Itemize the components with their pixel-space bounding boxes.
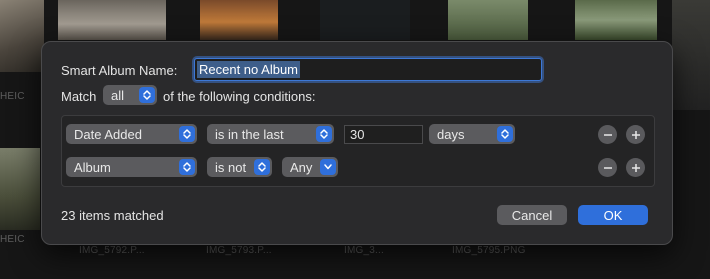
rule-field-popup[interactable]: Date Added bbox=[66, 124, 197, 144]
conditions-list: Date Added is in the last 30 days Album … bbox=[61, 115, 655, 187]
ok-button[interactable]: OK bbox=[578, 205, 648, 225]
remove-rule-button[interactable] bbox=[598, 125, 617, 144]
photo-thumbnail[interactable] bbox=[672, 0, 710, 110]
photo-thumbnail[interactable] bbox=[448, 0, 528, 40]
photo-thumbnail[interactable] bbox=[0, 0, 44, 72]
cancel-button[interactable]: Cancel bbox=[497, 205, 567, 225]
add-rule-button[interactable] bbox=[626, 125, 645, 144]
rule-unit-popup[interactable]: days bbox=[429, 124, 515, 144]
up-down-chevron-icon bbox=[139, 87, 155, 103]
photo-caption: IMG_3... bbox=[344, 245, 384, 256]
match-suffix-label: of the following conditions: bbox=[163, 89, 316, 104]
album-name-value: Recent no Album bbox=[197, 61, 301, 78]
rule-operator-popup[interactable]: is not bbox=[207, 157, 272, 177]
plus-icon bbox=[631, 163, 640, 172]
photo-caption: IMG_5793.P... bbox=[206, 245, 272, 256]
up-down-chevron-icon bbox=[497, 126, 513, 142]
album-name-label: Smart Album Name: bbox=[61, 63, 178, 78]
rule-value-text: 30 bbox=[350, 127, 365, 142]
rule-operator-popup[interactable]: is in the last bbox=[207, 124, 334, 144]
photo-caption: IMG_5795.PNG bbox=[452, 245, 526, 256]
items-matched-status: 23 items matched bbox=[61, 208, 164, 223]
up-down-chevron-icon bbox=[254, 159, 270, 175]
minus-icon bbox=[603, 133, 612, 136]
up-down-chevron-icon bbox=[316, 126, 332, 142]
photo-thumbnail[interactable] bbox=[200, 0, 278, 40]
photo-thumbnail[interactable] bbox=[320, 0, 410, 40]
rule-album-popup[interactable]: Any bbox=[282, 157, 338, 177]
rule-field-popup[interactable]: Album bbox=[66, 157, 197, 177]
photo-thumbnail[interactable] bbox=[575, 0, 657, 40]
photo-thumbnail[interactable] bbox=[0, 148, 40, 230]
match-label: Match bbox=[61, 89, 97, 104]
photo-caption: HEIC bbox=[0, 234, 25, 245]
up-down-chevron-icon bbox=[179, 159, 195, 175]
minus-icon bbox=[603, 166, 612, 169]
photo-caption: IMG_5792.P... bbox=[79, 245, 145, 256]
up-down-chevron-icon bbox=[179, 126, 195, 142]
photo-caption: HEIC bbox=[0, 91, 25, 102]
album-name-field[interactable]: Recent no Album bbox=[194, 58, 542, 81]
rule-value-field[interactable]: 30 bbox=[344, 125, 423, 144]
photo-thumbnail[interactable] bbox=[58, 0, 166, 40]
smart-album-dialog: Smart Album Name: Recent no Album Match … bbox=[41, 41, 673, 245]
remove-rule-button[interactable] bbox=[598, 158, 617, 177]
match-popup[interactable]: all bbox=[103, 85, 157, 105]
add-rule-button[interactable] bbox=[626, 158, 645, 177]
plus-icon bbox=[631, 130, 640, 139]
chevron-down-icon bbox=[320, 159, 336, 175]
